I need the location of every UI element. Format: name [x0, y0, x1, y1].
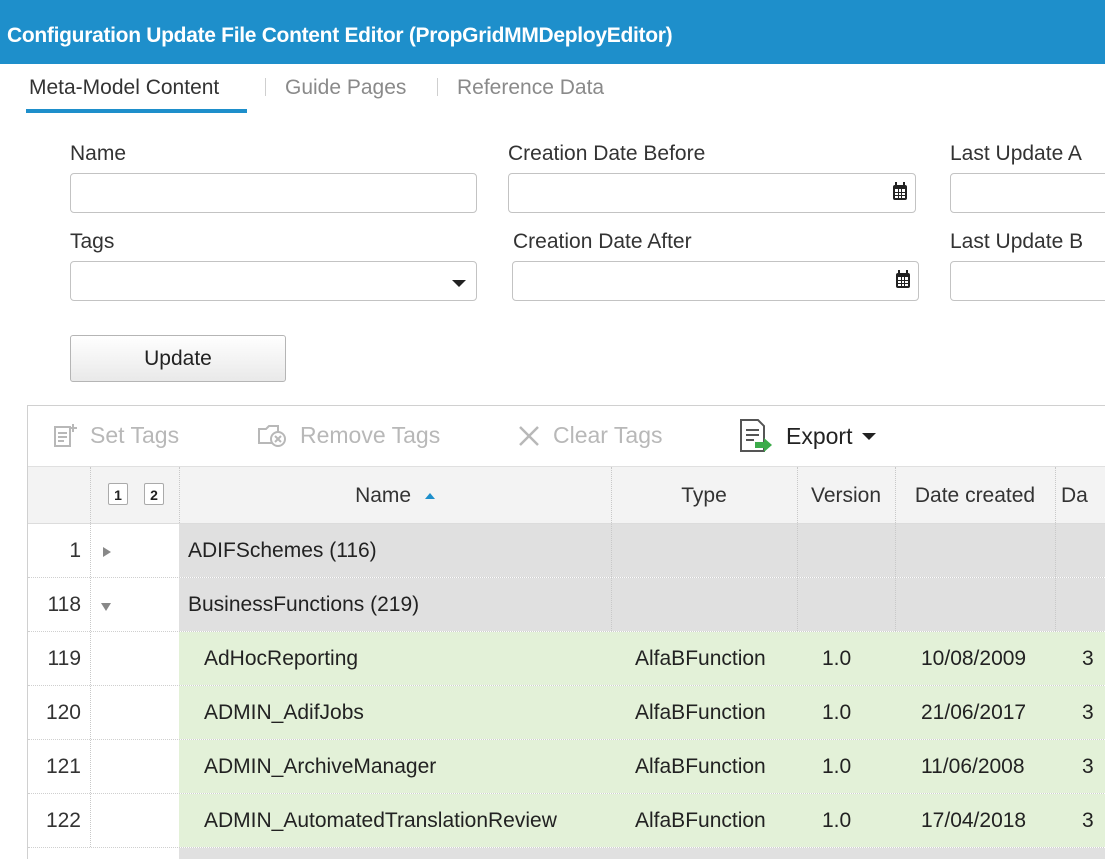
- tab-meta-model-content[interactable]: Meta-Model Content: [29, 76, 219, 100]
- table-row[interactable]: 121 ADMIN_ArchiveManager AlfaBFunction 1…: [28, 740, 1105, 794]
- name-input[interactable]: [70, 173, 477, 213]
- last-update-before-input[interactable]: [950, 261, 1105, 301]
- group-row[interactable]: 1 ADIFSchemes (116): [28, 524, 1105, 578]
- export-label: Export: [786, 422, 853, 449]
- active-tab-indicator: [26, 109, 247, 113]
- export-dropdown-button[interactable]: Export: [738, 418, 877, 454]
- group-level-1-button[interactable]: 1: [108, 483, 128, 505]
- update-button[interactable]: Update: [70, 335, 286, 382]
- group-label: ADIFSchemes (116): [188, 539, 377, 562]
- clear-tags-label: Clear Tags: [553, 422, 663, 448]
- column-divider: [90, 467, 91, 525]
- group-label: BusinessFunctions (219): [188, 593, 420, 616]
- cell-date: 3: [1082, 755, 1094, 778]
- set-tags-label: Set Tags: [90, 422, 180, 448]
- last-update-after-label: Last Update A: [950, 142, 1082, 165]
- close-icon: [519, 425, 539, 446]
- tab-guide-pages[interactable]: Guide Pages: [285, 76, 406, 100]
- cell-name: ADMIN_AutomatedTranslationReview: [204, 809, 557, 832]
- column-header-date-created[interactable]: Date created: [895, 467, 1055, 525]
- grid-toolbar: Set Tags Remove Tags Clear Tags Export: [28, 406, 1105, 466]
- row-number: 119: [47, 647, 81, 670]
- row-number: 118: [47, 593, 81, 616]
- sort-ascending-icon: [424, 493, 435, 500]
- calendar-icon[interactable]: [896, 270, 910, 288]
- chevron-down-icon: [452, 280, 466, 287]
- cell-name: ADMIN_AdifJobs: [204, 701, 364, 724]
- expand-icon[interactable]: [103, 547, 111, 557]
- table-row[interactable]: 122 ADMIN_AutomatedTranslationReview Alf…: [28, 794, 1105, 848]
- column-header-date[interactable]: Da: [1061, 467, 1088, 525]
- tab-divider: [265, 78, 266, 96]
- tab-reference-data[interactable]: Reference Data: [457, 76, 604, 100]
- creation-date-before-label: Creation Date Before: [508, 142, 706, 165]
- remove-tags-button[interactable]: Remove Tags: [256, 422, 440, 449]
- column-header-name[interactable]: Name: [179, 467, 611, 525]
- results-grid: Set Tags Remove Tags Clear Tags Export 1…: [27, 405, 1105, 859]
- cell-type: AlfaBFunction: [635, 647, 766, 670]
- column-divider: [1055, 467, 1056, 525]
- chevron-down-icon: [862, 432, 877, 440]
- clear-tags-button[interactable]: Clear Tags: [517, 422, 663, 449]
- cell-type: AlfaBFunction: [635, 755, 766, 778]
- cell-type: AlfaBFunction: [635, 701, 766, 724]
- row-number: 120: [45, 701, 81, 724]
- table-row: [28, 848, 1105, 859]
- cell-date-created: 10/08/2009: [921, 647, 1027, 670]
- row-number: 1: [69, 539, 81, 562]
- calendar-icon[interactable]: [893, 182, 907, 200]
- creation-date-after-input[interactable]: [512, 261, 919, 301]
- name-label: Name: [70, 142, 127, 165]
- window-title: Configuration Update File Content Editor…: [0, 0, 1105, 64]
- export-icon: [740, 419, 772, 452]
- cell-date: 3: [1082, 809, 1094, 832]
- collapse-icon[interactable]: [101, 603, 111, 611]
- table-row[interactable]: 120 ADMIN_AdifJobs AlfaBFunction 1.0 21/…: [28, 686, 1105, 740]
- tags-select[interactable]: [70, 261, 477, 301]
- tab-divider: [437, 78, 438, 96]
- tag-add-icon: [54, 423, 77, 447]
- cell-name: AdHocReporting: [204, 647, 359, 670]
- cell-date: 3: [1082, 701, 1094, 724]
- row-number: 121: [45, 755, 81, 778]
- cell-date-created: 17/04/2018: [921, 809, 1027, 832]
- column-header-type[interactable]: Type: [611, 467, 797, 525]
- group-level-2-button[interactable]: 2: [144, 483, 164, 505]
- cell-version: 1.0: [822, 647, 852, 670]
- cell-date-created: 21/06/2017: [921, 701, 1027, 724]
- row-number: 122: [45, 809, 81, 832]
- cell-name: ADMIN_ArchiveManager: [204, 755, 437, 778]
- tags-label: Tags: [70, 230, 115, 253]
- cell-date-created: 11/06/2008: [921, 755, 1025, 778]
- creation-date-after-label: Creation Date After: [513, 230, 692, 253]
- group-row[interactable]: 118 BusinessFunctions (219): [28, 578, 1105, 632]
- cell-version: 1.0: [822, 755, 852, 778]
- column-header-name-label: Name: [355, 484, 412, 507]
- table-row[interactable]: 119 AdHocReporting AlfaBFunction 1.0 10/…: [28, 632, 1105, 686]
- cell-version: 1.0: [822, 701, 852, 724]
- creation-date-before-input[interactable]: [508, 173, 916, 213]
- set-tags-button[interactable]: Set Tags: [54, 422, 179, 449]
- last-update-before-label: Last Update B: [950, 230, 1084, 253]
- cell-type: AlfaBFunction: [635, 809, 766, 832]
- remove-tags-label: Remove Tags: [300, 422, 441, 448]
- column-header-version[interactable]: Version: [797, 467, 895, 525]
- cell-version: 1.0: [822, 809, 852, 832]
- tag-remove-icon: [258, 424, 286, 447]
- last-update-after-input[interactable]: [950, 173, 1105, 213]
- grid-header: 1 2 Name Type Version Date created Da: [28, 466, 1105, 525]
- cell-date: 3: [1082, 647, 1094, 670]
